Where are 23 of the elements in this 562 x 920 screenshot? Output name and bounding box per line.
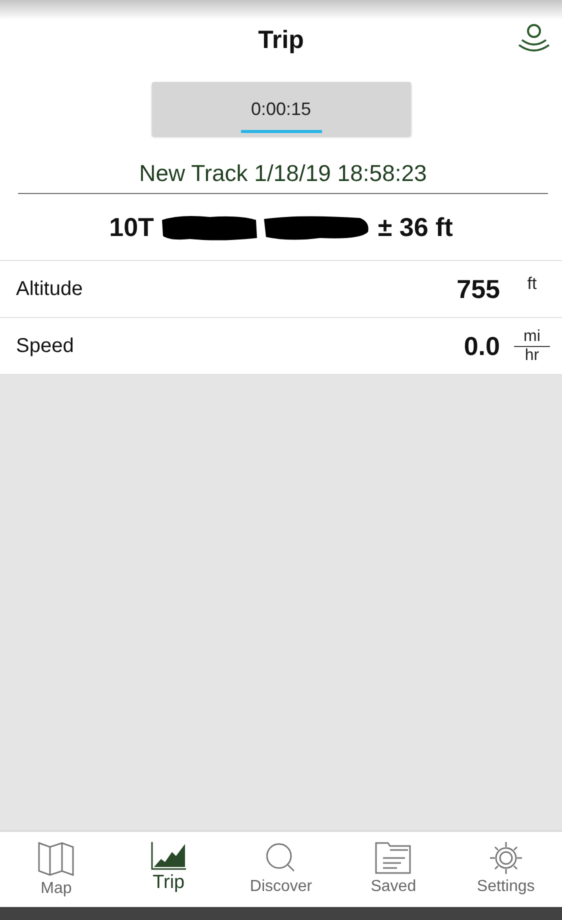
location-icon[interactable] xyxy=(518,23,550,53)
reading-value: 0.0 xyxy=(464,330,500,362)
reading-value: 755 xyxy=(456,274,500,304)
utm-zone: 10T xyxy=(109,212,154,242)
map-icon xyxy=(38,842,74,876)
track-name: New Track 1/18/19 18:58:23 xyxy=(18,160,548,194)
folder-icon xyxy=(375,842,412,874)
unit-denominator: hr xyxy=(524,346,540,364)
nav-tab[interactable]: Saved xyxy=(337,832,450,907)
nav-tab[interactable]: Settings xyxy=(450,832,562,907)
nav-tab[interactable]: Discover xyxy=(224,832,338,907)
unit-label: ft xyxy=(526,274,538,294)
chart-icon xyxy=(150,842,187,870)
unit-numerator: mi xyxy=(514,328,550,346)
nav-tab[interactable]: Map xyxy=(0,832,112,907)
timer-button[interactable]: 0:00:15 xyxy=(152,82,410,136)
screen-title: Trip xyxy=(258,26,304,54)
reading-label: Speed xyxy=(16,334,75,358)
settings-icon xyxy=(490,842,522,874)
reading-label: Altitude xyxy=(16,278,84,300)
accuracy-text: ± 36 ft xyxy=(378,212,453,242)
search-icon xyxy=(265,842,298,874)
nav-tab[interactable]: Trip xyxy=(112,832,225,907)
